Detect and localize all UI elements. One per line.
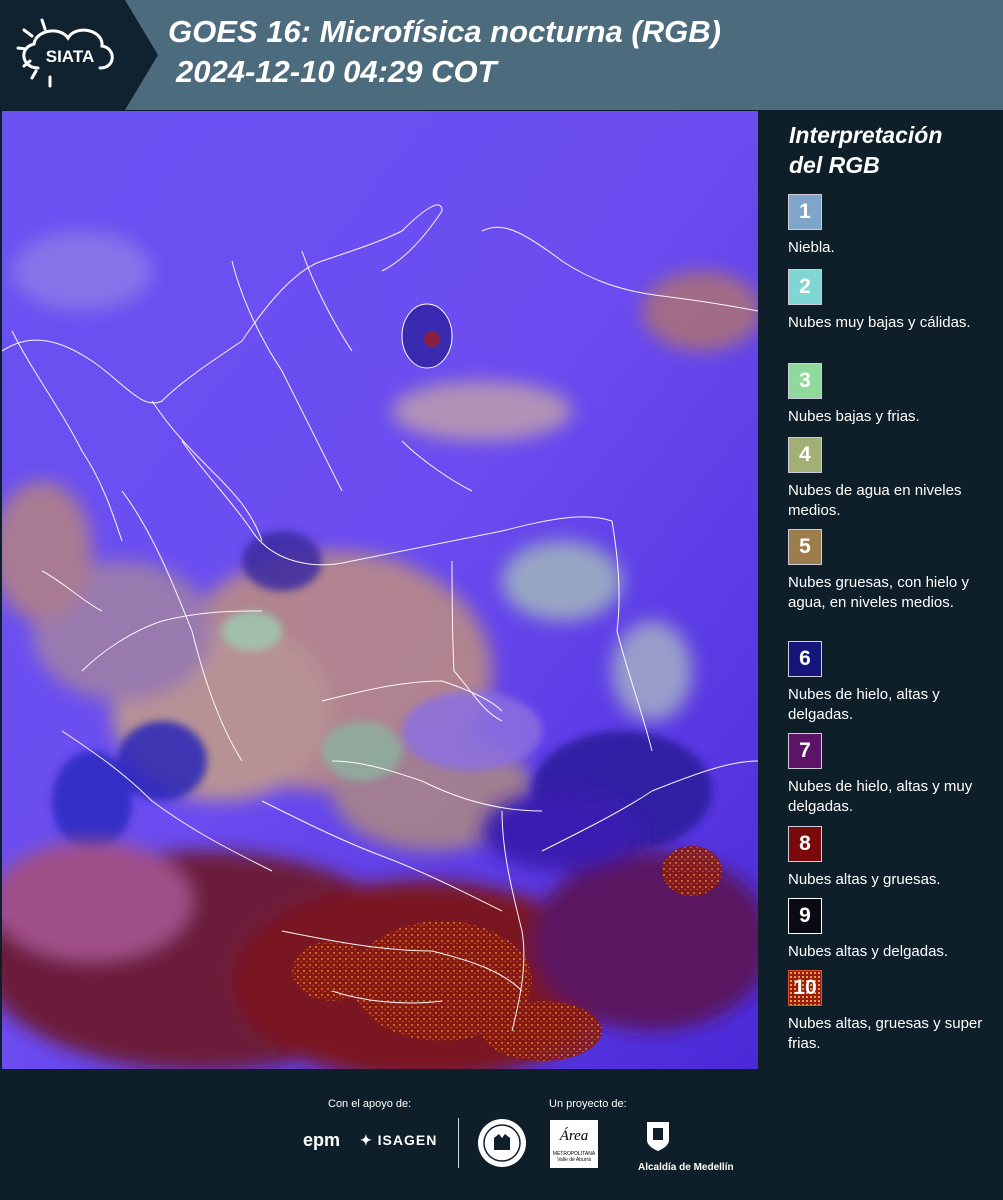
alcaldia-shield-icon xyxy=(647,1122,669,1151)
legend-desc: Niebla. xyxy=(788,239,835,256)
legend-swatch: 8 xyxy=(788,826,822,862)
footer: Con el apoyo de: Un proyecto de: epm ✦ I… xyxy=(0,1070,1003,1200)
legend-swatch: 6 xyxy=(788,641,822,677)
epm-logo: epm xyxy=(303,1130,341,1150)
satellite-image xyxy=(2,111,758,1069)
legend-swatch: 10 xyxy=(788,970,822,1006)
legend-title: Interpretación del RGB xyxy=(789,122,943,178)
legend-desc: Nubes gruesas, con hielo y agua, en nive… xyxy=(788,574,969,611)
logo-band: SIATA xyxy=(0,0,158,110)
isagen-logo: ✦ ISAGEN xyxy=(360,1132,438,1148)
legend-item-7: 7 Nubes de hielo, altas y muy delgadas. xyxy=(788,733,998,817)
legend-item-2: 2 Nubes muy bajas y cálidas. xyxy=(788,269,998,333)
legend-desc: Nubes de hielo, altas y muy delgadas. xyxy=(788,778,973,815)
legend-item-1: 1 Niebla. xyxy=(788,194,998,258)
legend-desc: Nubes de hielo, altas y delgadas. xyxy=(788,686,940,723)
legend-item-9: 9 Nubes altas y delgadas. xyxy=(788,898,998,962)
legend-item-3: 3 Nubes bajas y frias. xyxy=(788,363,998,427)
legend-desc: Nubes altas, gruesas y super frias. xyxy=(788,1015,983,1052)
legend-desc: Nubes altas y delgadas. xyxy=(788,943,949,960)
legend-swatch: 4 xyxy=(788,437,822,473)
rgb-legend: Interpretación del RGB 1 Niebla. 2 Nubes… xyxy=(761,110,1003,1068)
isagen-icon: ✦ xyxy=(360,1132,373,1148)
support-label: Con el apoyo de: xyxy=(328,1098,412,1110)
footer-divider xyxy=(458,1118,459,1168)
legend-item-8: 8 Nubes altas y gruesas. xyxy=(788,826,998,890)
satellite-rgb-image xyxy=(2,111,758,1069)
legend-item-4: 4 Nubes de agua en niveles medios. xyxy=(788,437,998,521)
legend-desc: Nubes muy bajas y cálidas. xyxy=(788,314,971,331)
header-bar: SIATA GOES 16: Microfísica nocturna (RGB… xyxy=(0,0,1003,110)
legend-item-10: 10 Nubes altas, gruesas y super frias. xyxy=(788,970,998,1054)
legend-item-5: 5 Nubes gruesas, con hielo y agua, en ni… xyxy=(788,529,998,613)
siata-logo-text: SIATA xyxy=(46,47,94,66)
legend-swatch: 9 xyxy=(788,898,822,934)
legend-swatch: 1 xyxy=(788,194,822,230)
legend-item-6: 6 Nubes de hielo, altas y delgadas. xyxy=(788,641,998,725)
legend-swatch: 2 xyxy=(788,269,822,305)
page-title: GOES 16: Microfísica nocturna (RGB) xyxy=(168,14,721,49)
project-label: Un proyecto de: xyxy=(549,1098,627,1110)
page-timestamp: 2024-12-10 04:29 COT xyxy=(176,54,497,89)
legend-desc: Nubes altas y gruesas. xyxy=(788,871,941,888)
area-metropolitana-logo: Área METROPOLITANA Valle de Aburrá xyxy=(550,1120,598,1168)
alcaldia-label: Alcaldía de Medellín xyxy=(638,1162,734,1173)
legend-swatch: 3 xyxy=(788,363,822,399)
legend-desc: Nubes de agua en niveles medios. xyxy=(788,482,962,519)
legend-desc: Nubes bajas y frias. xyxy=(788,408,920,425)
legend-swatch: 5 xyxy=(788,529,822,565)
medellin-seal-icon xyxy=(478,1119,526,1167)
legend-swatch: 7 xyxy=(788,733,822,769)
